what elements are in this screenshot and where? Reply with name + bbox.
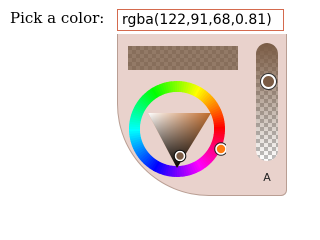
color-selection-handle[interactable] xyxy=(173,149,187,163)
hue-handle[interactable] xyxy=(214,142,228,156)
color-preview-swatch xyxy=(128,46,238,70)
color-preview-checker xyxy=(128,46,238,70)
color-field-label: Pick a color: xyxy=(10,9,105,27)
alpha-slider[interactable] xyxy=(256,43,278,161)
alpha-slider-label: A xyxy=(263,171,271,184)
color-picker-demo: Pick a color: rgba(122,91,68,0.81) A xyxy=(0,0,297,211)
hue-wheel[interactable] xyxy=(128,80,228,178)
alpha-slider-thumb[interactable] xyxy=(261,73,276,89)
color-preview-fill xyxy=(128,46,238,70)
color-picker-popup: A xyxy=(117,34,287,196)
color-input[interactable]: rgba(122,91,68,0.81) xyxy=(117,9,284,31)
